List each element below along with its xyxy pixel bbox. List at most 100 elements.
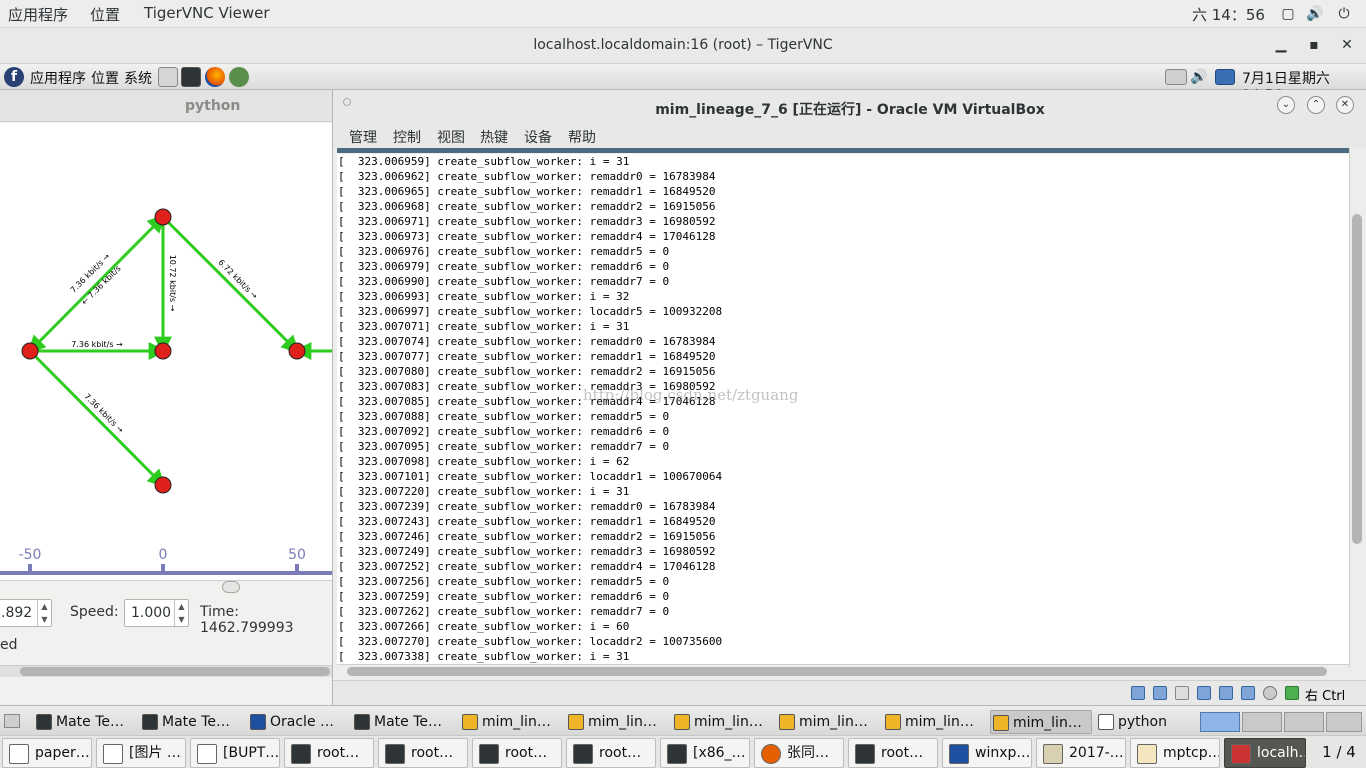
video-capture-icon[interactable]: [1241, 686, 1255, 700]
guest-task-button[interactable]: Mate Te…: [352, 710, 452, 734]
host-task-button[interactable]: mptcp…: [1130, 738, 1220, 768]
menu-devices[interactable]: 设备: [524, 127, 552, 147]
network-icon[interactable]: [1215, 69, 1235, 85]
close-button[interactable]: ✕: [1338, 36, 1356, 54]
mouse-integration-icon[interactable]: [1285, 686, 1299, 700]
guest-task-button[interactable]: mim_lin…: [777, 710, 877, 734]
host-task-button[interactable]: localh…: [1224, 738, 1306, 768]
host-task-button[interactable]: [BUPT…: [190, 738, 280, 768]
minimize-button[interactable]: ▁: [1272, 36, 1290, 54]
guest-task-button[interactable]: mim_lin…: [566, 710, 666, 734]
menu-help[interactable]: 帮助: [568, 127, 596, 147]
console-line: [ 323.006979] create_subflow_worker: rem…: [338, 260, 670, 273]
fedora-logo-icon[interactable]: f: [4, 67, 24, 87]
workspace-switcher[interactable]: [1200, 712, 1240, 732]
optical-drive-icon[interactable]: [1153, 686, 1167, 700]
scrollbar-thumb[interactable]: [1352, 214, 1362, 544]
console-line: [ 323.007098] create_subflow_worker: i =…: [338, 455, 630, 468]
guest-task-button[interactable]: mim_lin…: [883, 710, 983, 734]
host-task-button[interactable]: root…: [848, 738, 938, 768]
workspace-4[interactable]: [1326, 712, 1362, 732]
display-icon[interactable]: [1219, 686, 1233, 700]
workspace-2[interactable]: [1242, 712, 1282, 732]
host-task-button[interactable]: root…: [378, 738, 468, 768]
host-task-button[interactable]: 2017-…: [1036, 738, 1126, 768]
keyboard-icon[interactable]: [1165, 69, 1187, 85]
guest-system-menu[interactable]: 系统: [124, 68, 152, 88]
console-horizontal-scrollbar[interactable]: [337, 664, 1349, 678]
virtualbox-titlebar[interactable]: mim_lineage_7_6 [正在运行] - Oracle VM Virtu…: [333, 90, 1366, 122]
volume-icon[interactable]: 🔊: [1190, 67, 1210, 87]
screen-icon[interactable]: ▢: [1280, 6, 1296, 22]
host-task-button[interactable]: paper…: [2, 738, 92, 768]
host-places-menu[interactable]: 位置: [90, 4, 120, 25]
guest-places-menu[interactable]: 位置: [91, 68, 119, 88]
console-line: [ 323.006962] create_subflow_worker: rem…: [338, 170, 716, 183]
maximize-button[interactable]: ▪: [1305, 36, 1323, 54]
host-key-label: 右 Ctrl: [1305, 689, 1346, 704]
host-task-button[interactable]: 张同…: [754, 738, 844, 768]
console-vertical-scrollbar[interactable]: [1349, 148, 1363, 668]
vnc-window-titlebar[interactable]: localhost.localdomain:16 (root) – TigerV…: [0, 28, 1366, 64]
guest-applications-menu[interactable]: 应用程序: [30, 68, 86, 88]
scrollbar-thumb[interactable]: [20, 667, 330, 676]
bottom-scrollbar[interactable]: [0, 665, 332, 677]
minimize-button[interactable]: ⌄: [1277, 96, 1295, 114]
virtualbox-window: mim_lineage_7_6 [正在运行] - Oracle VM Virtu…: [332, 90, 1366, 705]
slider-handle[interactable]: [222, 581, 240, 593]
task-label: mim_lin…: [799, 714, 868, 730]
workspace-3[interactable]: [1284, 712, 1324, 732]
show-desktop-icon[interactable]: [4, 714, 20, 728]
guest-task-button[interactable]: Mate Te…: [34, 710, 134, 734]
guest-task-button[interactable]: Oracle …: [248, 710, 346, 734]
host-active-app-menu[interactable]: TigerVNC Viewer: [144, 4, 270, 22]
host-applications-menu[interactable]: 应用程序: [8, 4, 68, 25]
terminal-launcher-icon[interactable]: [181, 67, 201, 87]
network-launcher-icon[interactable]: [229, 67, 249, 87]
host-task-button[interactable]: winxp…: [942, 738, 1032, 768]
guest-task-button[interactable]: mim_lin…: [460, 710, 560, 734]
axis-tick-label: 0: [159, 547, 168, 563]
spin-arrows-icon[interactable]: ▲ ▼: [37, 600, 51, 626]
guest-task-button[interactable]: Mate Te…: [140, 710, 240, 734]
menu-machine[interactable]: 管理: [349, 127, 377, 147]
menu-hotkeys[interactable]: 热键: [480, 127, 508, 147]
host-clock[interactable]: 六 14：56: [1192, 4, 1265, 25]
host-task-button[interactable]: root…: [472, 738, 562, 768]
task-label: 2017-…: [1069, 745, 1124, 761]
image-viewer-icon: [1043, 744, 1063, 764]
host-task-button[interactable]: [x86_…: [660, 738, 750, 768]
close-button[interactable]: ✕: [1336, 96, 1354, 114]
volume-icon[interactable]: 🔊: [1306, 6, 1323, 22]
python-window-title[interactable]: python: [0, 90, 332, 122]
document-icon: [197, 744, 217, 764]
zoom-spinbox[interactable]: .892 ▲ ▼: [0, 599, 52, 627]
shared-folders-icon[interactable]: [1197, 686, 1211, 700]
hard-disk-icon[interactable]: [1131, 686, 1145, 700]
maximize-button[interactable]: ⌃: [1307, 96, 1325, 114]
guest-task-button[interactable]: mim_lin…: [990, 710, 1092, 734]
task-label: mim_lin…: [1013, 715, 1082, 731]
power-icon[interactable]: ⏻: [1336, 6, 1352, 22]
host-task-button[interactable]: root…: [566, 738, 656, 768]
terminal-icon: [479, 744, 499, 764]
axis-tick-label: -50: [19, 547, 42, 563]
workspace-pager[interactable]: 1 / 4: [1312, 738, 1366, 768]
menu-view[interactable]: 视图: [437, 127, 465, 147]
text-editor-launcher-icon[interactable]: [158, 67, 178, 87]
horizontal-slider-track[interactable]: [0, 581, 332, 595]
guest-task-button[interactable]: python: [1096, 710, 1190, 734]
cpu-icon[interactable]: [1263, 686, 1277, 700]
host-task-button[interactable]: root…: [284, 738, 374, 768]
guest-console[interactable]: [ 323.006959] create_subflow_worker: i =…: [337, 154, 1349, 664]
scrollbar-thumb[interactable]: [347, 667, 1327, 676]
firefox-launcher-icon[interactable]: [205, 67, 225, 87]
speed-spinbox[interactable]: 1.000 ▲ ▼: [124, 599, 189, 627]
guest-task-button[interactable]: mim_lin…: [672, 710, 772, 734]
spin-arrows-icon[interactable]: ▲ ▼: [174, 600, 188, 626]
terminal-icon: [667, 744, 687, 764]
host-task-button[interactable]: [图片 …: [96, 738, 186, 768]
task-label: mim_lin…: [588, 714, 657, 730]
usb-icon[interactable]: [1175, 686, 1189, 700]
menu-control[interactable]: 控制: [393, 127, 421, 147]
